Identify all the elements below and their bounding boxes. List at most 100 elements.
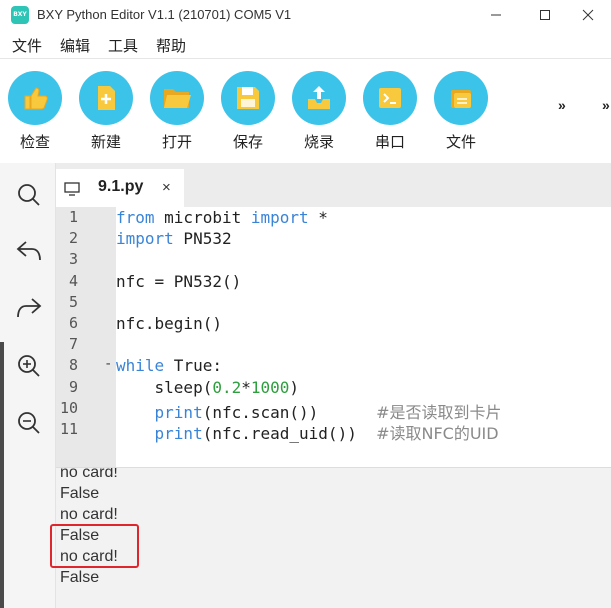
fold-marker[interactable]: - [104, 356, 112, 372]
code-token-num: 0.2 [212, 377, 242, 397]
save-label: 保存 [232, 134, 263, 151]
code-token: sleep( [116, 377, 213, 397]
code-token: nfc.begin() [116, 314, 222, 333]
code-comment: #读取NFC的UID [376, 424, 499, 443]
code-line[interactable]: nfc.begin() [116, 314, 222, 333]
line-number: 2 [68, 229, 78, 248]
serial-button[interactable]: 串口 [360, 71, 420, 151]
search-icon [18, 184, 40, 206]
new-button[interactable]: 新建 [76, 71, 136, 151]
code-token-kw: import [250, 208, 309, 227]
tab-bar: 9.1.py × [56, 163, 611, 207]
code-token: (nfc.read_uid()) [202, 424, 377, 443]
window-edge [0, 342, 4, 608]
console-line: no card! [60, 506, 118, 523]
upload-tray-icon [292, 71, 346, 125]
new-label: 新建 [90, 134, 121, 151]
line-number: 6 [68, 314, 78, 332]
code-line[interactable]: print(nfc.read_uid()) #读取NFC的UID [116, 420, 499, 444]
code-token: * [241, 377, 251, 397]
line-number: 3 [68, 250, 78, 269]
menu-tools[interactable]: 工具 [108, 35, 138, 56]
flash-label: 烧录 [303, 134, 334, 151]
thumbs-up-icon [8, 71, 62, 125]
code-line[interactable]: while True: [116, 356, 222, 375]
menu-edit[interactable]: 编辑 [60, 35, 90, 56]
redo-button[interactable] [14, 293, 44, 323]
zoom-out-icon [18, 412, 40, 434]
redo-icon [17, 298, 42, 318]
line-number: 10 [59, 398, 78, 417]
line-number: 11 [59, 420, 78, 438]
files-icon [434, 71, 488, 125]
code-line[interactable]: import PN532 [116, 229, 232, 248]
save-button[interactable]: 保存 [218, 71, 278, 151]
files-label: 文件 [445, 134, 476, 151]
highlight-annotation [50, 524, 139, 568]
tab-title: 9.1.py [98, 178, 144, 195]
zoom-out-button[interactable] [14, 408, 44, 438]
menu-file[interactable]: 文件 [12, 35, 42, 56]
code-editor[interactable]: 1 2 3 4 5 6 7 8 9 10 11- from microbit import * imp… [56, 207, 611, 467]
files-button[interactable]: 文件 [431, 71, 491, 151]
code-comment: #是否读取到卡片 [376, 402, 502, 422]
line-number: 1 [68, 208, 78, 226]
app-logo: BXY [11, 6, 29, 24]
new-file-icon [79, 71, 133, 125]
line-number: 7 [68, 335, 78, 354]
minimize-icon [491, 14, 501, 16]
save-floppy-icon [221, 71, 275, 125]
check-button[interactable]: 检查 [5, 71, 65, 151]
code-token-kw: from [116, 208, 155, 227]
console-line: False [60, 485, 100, 502]
line-number: 8 [68, 356, 78, 375]
code-token: nfc = PN532() [116, 271, 242, 291]
line-number: 9 [68, 377, 78, 396]
tab-close-button[interactable]: × [162, 179, 171, 196]
line-number-gutter: 1 2 3 4 5 6 7 8 9 10 11 - [56, 207, 116, 467]
maximize-button[interactable] [522, 0, 568, 30]
menu-bar: 文件 编辑 工具 帮助 [0, 30, 611, 58]
code-token-num: 1000 [250, 377, 290, 397]
close-window-button[interactable] [565, 0, 611, 30]
open-label: 打开 [161, 134, 192, 151]
line-number: 4 [68, 271, 78, 290]
open-folder-icon [150, 71, 204, 125]
output-console[interactable]: no card! False no card! False no card! False [56, 467, 611, 608]
undo-button[interactable] [14, 236, 44, 266]
line-number: 5 [68, 292, 78, 311]
tab-file[interactable]: 9.1.py × [56, 169, 184, 207]
toolbar-overflow-button-2[interactable]: » [602, 97, 610, 113]
check-label: 检查 [19, 134, 50, 151]
close-icon [582, 9, 594, 21]
code-line[interactable]: sleep(0.2*1000) [116, 377, 300, 397]
zoom-in-icon [18, 355, 40, 377]
code-token: True: [164, 356, 222, 376]
menu-help[interactable]: 帮助 [156, 35, 186, 56]
zoom-in-button[interactable] [14, 351, 44, 381]
search-button[interactable] [14, 180, 44, 210]
code-line[interactable]: from microbit import * [116, 208, 328, 227]
code-line[interactable]: nfc = PN532() [116, 272, 241, 291]
code-token-kw: while [116, 356, 165, 376]
code-token: * [308, 208, 328, 227]
open-button[interactable]: 打开 [147, 71, 207, 151]
undo-icon [16, 241, 41, 261]
terminal-icon [363, 71, 417, 125]
console-line: no card! [60, 467, 118, 481]
toolbar: 检查 新建 打开 保存 烧录 串口 文件 » » [0, 58, 611, 162]
minimize-button[interactable] [473, 0, 519, 30]
maximize-icon [540, 10, 550, 20]
code-token: PN532 [173, 229, 232, 249]
code-token: (nfc.scan()) [202, 402, 377, 422]
window-title: BXY Python Editor V1.1 (210701) COM5 V1 [37, 7, 292, 22]
code-token: ) [289, 377, 300, 397]
serial-label: 串口 [374, 134, 405, 151]
flash-button[interactable]: 烧录 [289, 71, 349, 151]
code-token: microbit [154, 208, 251, 227]
code-token-fn: print [154, 424, 203, 443]
title-bar: BXY BXY Python Editor V1.1 (210701) COM5… [0, 0, 611, 30]
toolbar-overflow-button[interactable]: » [558, 97, 566, 113]
